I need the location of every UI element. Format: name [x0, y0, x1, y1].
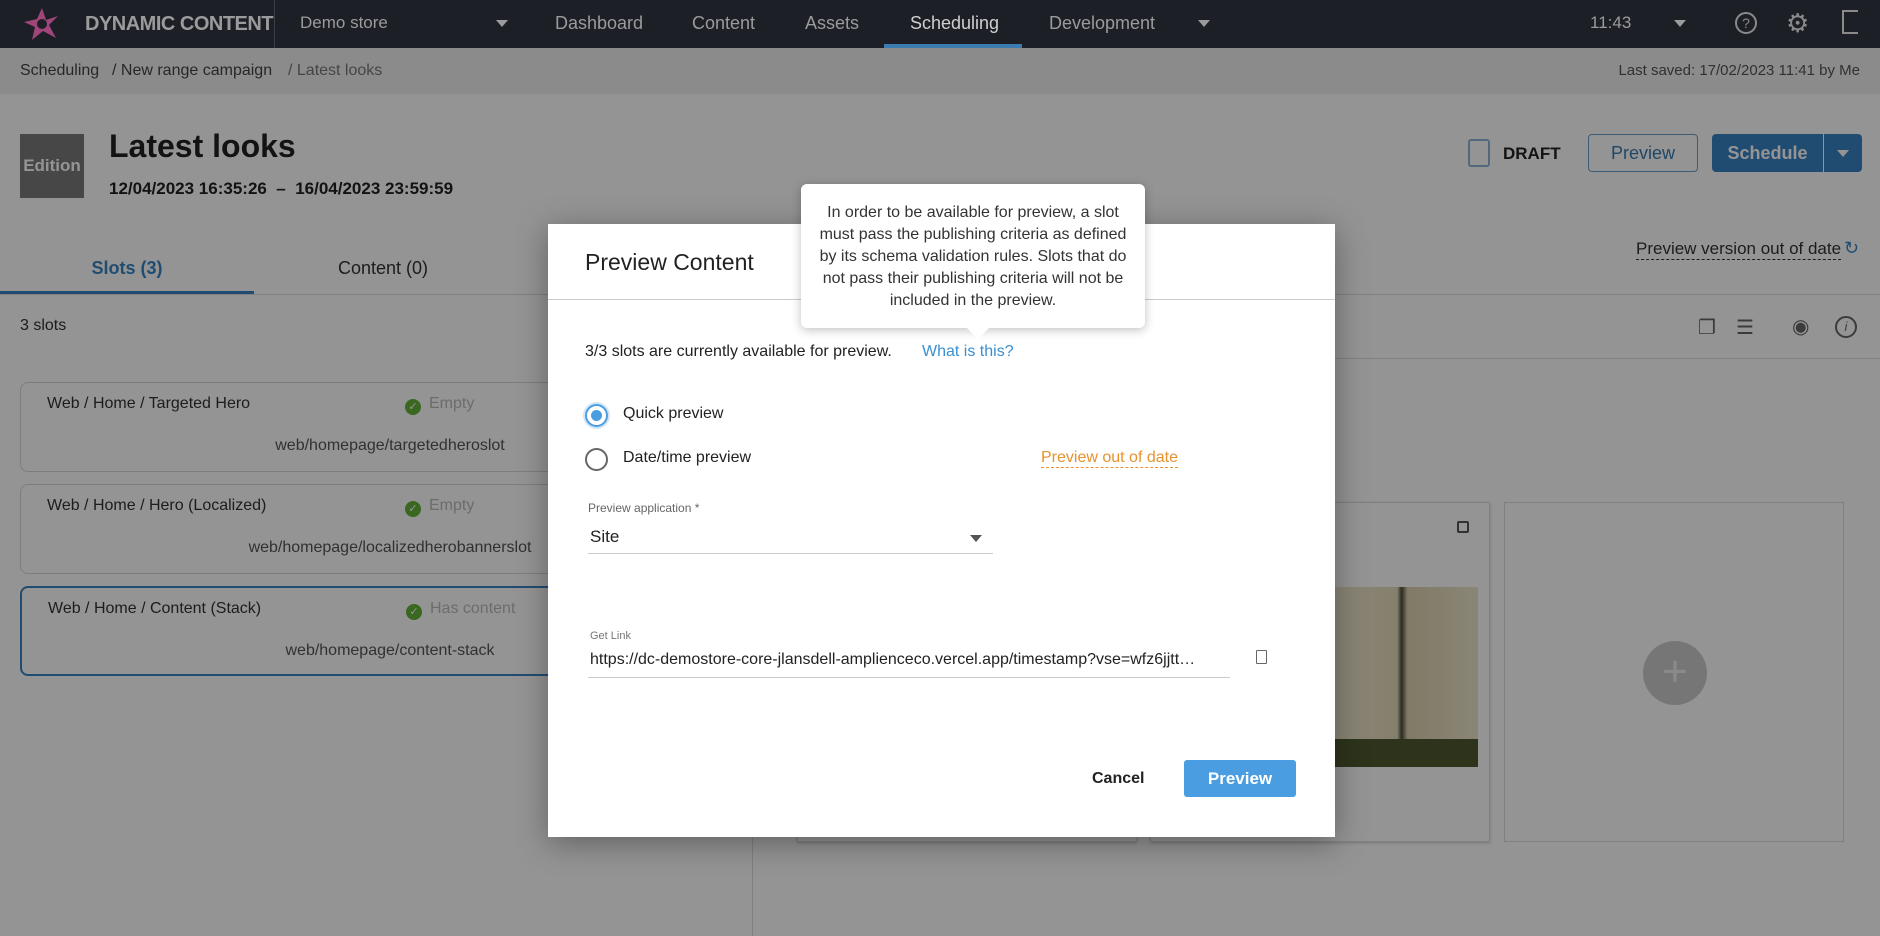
logout-icon[interactable] [1842, 10, 1858, 34]
cancel-button[interactable]: Cancel [1092, 770, 1144, 788]
nav-content[interactable]: Content [692, 13, 755, 34]
preview-out-of-date[interactable]: Preview out of date [1041, 449, 1178, 468]
brand-name: DYNAMIC CONTENT [85, 13, 274, 35]
quick-preview-label[interactable]: Quick preview [623, 405, 723, 423]
link-value: https://dc-demostore-core-jlansdell-ampl… [590, 651, 1196, 668]
divider [274, 0, 275, 48]
preview-submit-button[interactable]: Preview [1184, 760, 1296, 797]
select-value: Site [590, 527, 620, 546]
gear-icon[interactable]: ⚙ [1786, 8, 1809, 39]
chevron-down-icon [970, 535, 982, 542]
tooltip: In order to be available for preview, a … [801, 184, 1145, 339]
clock: 11:43 [1590, 13, 1632, 32]
chevron-down-icon[interactable] [1198, 20, 1210, 27]
datetime-preview-radio[interactable] [585, 448, 608, 471]
store-selector[interactable]: Demo store [300, 13, 388, 33]
copy-link-icon[interactable] [1256, 650, 1267, 664]
quick-preview-radio[interactable] [585, 404, 608, 427]
top-nav-bar: DYNAMIC CONTENT Demo store Dashboard Con… [0, 0, 1880, 48]
nav-scheduling[interactable]: Scheduling [910, 13, 999, 34]
what-is-this-link[interactable]: What is this? [922, 343, 1014, 361]
datetime-preview-label[interactable]: Date/time preview [623, 449, 751, 467]
logo-icon [24, 8, 58, 40]
chevron-down-icon[interactable] [1674, 20, 1686, 27]
availability-text: 3/3 slots are currently available for pr… [585, 343, 892, 360]
get-link-field[interactable]: https://dc-demostore-core-jlansdell-ampl… [588, 648, 1230, 678]
chevron-down-icon[interactable] [496, 20, 508, 27]
help-icon[interactable]: ? [1735, 12, 1757, 34]
get-link-label: Get Link [590, 630, 631, 642]
nav-dashboard[interactable]: Dashboard [555, 13, 643, 34]
preview-application-label: Preview application * [588, 501, 700, 515]
preview-application-select[interactable]: Site [588, 525, 993, 554]
dialog-title: Preview Content [585, 249, 754, 275]
nav-development[interactable]: Development [1049, 13, 1155, 34]
nav-assets[interactable]: Assets [805, 13, 859, 34]
